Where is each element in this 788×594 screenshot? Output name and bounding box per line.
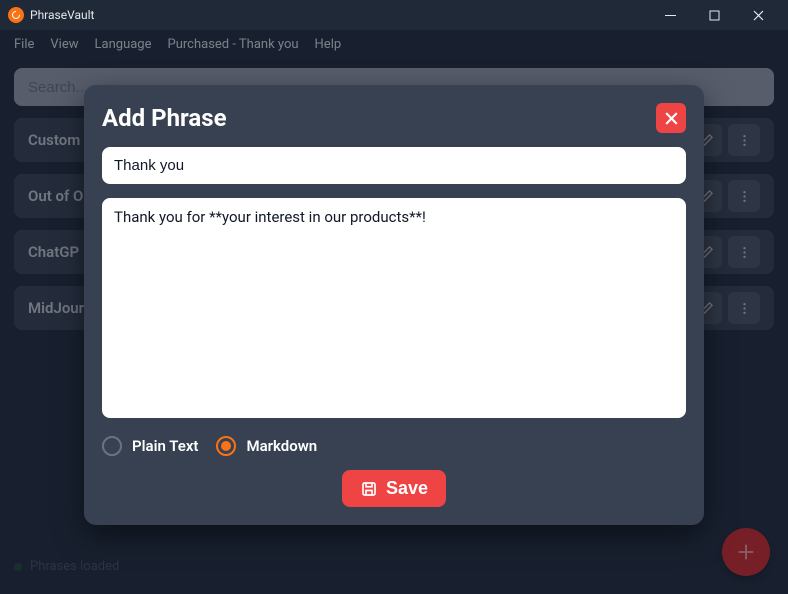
- close-icon: [753, 10, 764, 21]
- maximize-button[interactable]: [692, 0, 736, 30]
- format-radio-group: Plain Text Markdown: [102, 436, 686, 456]
- radio-plain-text[interactable]: [102, 436, 122, 456]
- radio-markdown[interactable]: [216, 436, 236, 456]
- add-phrase-modal: Add Phrase Plain Text Markdown Save: [84, 85, 704, 525]
- window-controls: [648, 0, 780, 30]
- titlebar: PhraseVault: [0, 0, 788, 30]
- minimize-button[interactable]: [648, 0, 692, 30]
- close-icon: [665, 112, 678, 125]
- minimize-icon: [665, 10, 676, 21]
- app-title: PhraseVault: [30, 8, 94, 22]
- modal-close-button[interactable]: [656, 103, 686, 133]
- phrase-name-input[interactable]: [102, 147, 686, 184]
- phrase-body-textarea[interactable]: [102, 198, 686, 418]
- modal-overlay: Add Phrase Plain Text Markdown Save: [0, 30, 788, 594]
- radio-plain-text-label: Plain Text: [132, 437, 198, 455]
- modal-title: Add Phrase: [102, 104, 227, 132]
- maximize-icon: [709, 10, 720, 21]
- modal-header: Add Phrase: [102, 103, 686, 133]
- save-button[interactable]: Save: [342, 470, 446, 507]
- app-icon: [8, 7, 24, 23]
- close-window-button[interactable]: [736, 0, 780, 30]
- save-icon: [360, 480, 378, 498]
- radio-markdown-label: Markdown: [246, 437, 317, 455]
- save-button-label: Save: [386, 478, 428, 499]
